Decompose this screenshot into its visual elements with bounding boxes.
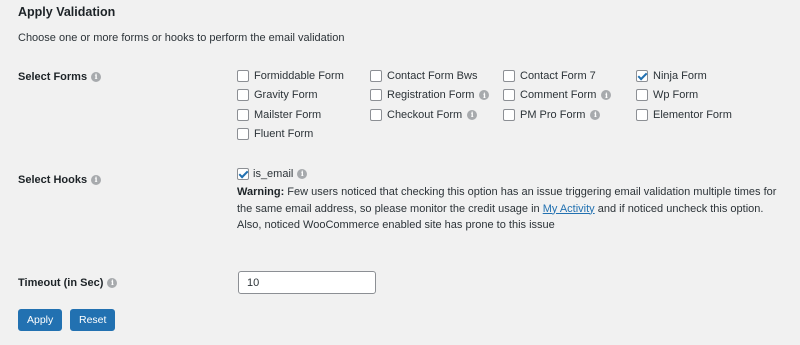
- form-option[interactable]: Gravity Form: [237, 86, 370, 106]
- form-checkbox[interactable]: [237, 128, 249, 141]
- form-option[interactable]: Mailster Form: [237, 105, 370, 125]
- form-option[interactable]: Wp Form: [636, 86, 769, 106]
- form-checkbox[interactable]: [237, 89, 249, 102]
- info-icon[interactable]: i: [297, 169, 308, 179]
- form-option-label[interactable]: Contact Form 7: [520, 70, 596, 82]
- form-option-label[interactable]: PM Pro Form: [520, 109, 585, 121]
- form-option[interactable]: Contact Form 7: [503, 66, 636, 86]
- form-option[interactable]: Elementor Form: [636, 105, 769, 125]
- form-checkbox[interactable]: [503, 89, 515, 102]
- is-email-label[interactable]: is_email: [253, 168, 293, 180]
- form-option-label[interactable]: Comment Form: [520, 89, 596, 101]
- form-checkbox[interactable]: [636, 89, 648, 102]
- form-checkbox[interactable]: [503, 69, 515, 82]
- form-option-label[interactable]: Checkout Form: [387, 109, 462, 121]
- form-checkbox[interactable]: [237, 108, 249, 121]
- form-option-label[interactable]: Mailster Form: [254, 109, 321, 121]
- form-option-label[interactable]: Wp Form: [653, 89, 698, 101]
- form-checkbox[interactable]: [370, 108, 382, 121]
- select-hooks-label: Select Hooks i: [18, 174, 102, 186]
- timeout-label: Timeout (in Sec) i: [18, 277, 118, 289]
- info-icon[interactable]: i: [91, 175, 102, 185]
- form-checkbox[interactable]: [636, 108, 648, 121]
- info-icon[interactable]: i: [601, 90, 612, 101]
- form-option-label[interactable]: Formiddable Form: [254, 70, 344, 82]
- select-forms-label: Select Forms i: [18, 71, 102, 83]
- section-description: Choose one or more forms or hooks to per…: [18, 32, 345, 44]
- hook-is-email[interactable]: is_email i: [237, 168, 782, 180]
- form-checkbox[interactable]: [237, 69, 249, 82]
- info-icon[interactable]: i: [479, 90, 490, 101]
- form-option-label[interactable]: Elementor Form: [653, 109, 732, 121]
- form-option-label[interactable]: Gravity Form: [254, 89, 318, 101]
- info-icon[interactable]: i: [467, 109, 478, 120]
- forms-checkbox-group: Formiddable Form Contact Form Bws Contact …: [237, 66, 769, 144]
- form-option[interactable]: Registration Form i: [370, 86, 503, 106]
- section-title: Apply Validation: [18, 5, 116, 19]
- form-option[interactable]: Fluent Form: [237, 125, 370, 145]
- select-forms-label-text: Select Forms: [18, 71, 88, 83]
- reset-button[interactable]: Reset: [70, 309, 116, 331]
- form-option[interactable]: Checkout Form i: [370, 105, 503, 125]
- info-icon[interactable]: i: [590, 109, 601, 120]
- hooks-group: is_email i Warning: Few users noticed th…: [237, 168, 782, 234]
- my-activity-link[interactable]: My Activity: [543, 203, 595, 215]
- is-email-checkbox[interactable]: [237, 168, 249, 180]
- form-checkbox[interactable]: [370, 89, 382, 102]
- form-option[interactable]: Contact Form Bws: [370, 66, 503, 86]
- form-option-label[interactable]: Fluent Form: [254, 128, 313, 140]
- info-icon[interactable]: i: [107, 278, 118, 288]
- form-option[interactable]: Formiddable Form: [237, 66, 370, 86]
- form-option-label[interactable]: Registration Form: [387, 89, 474, 101]
- form-checkbox[interactable]: [636, 69, 648, 82]
- timeout-input[interactable]: [238, 271, 376, 294]
- form-option[interactable]: Ninja Form: [636, 66, 769, 86]
- form-option[interactable]: Comment Form i: [503, 86, 636, 106]
- form-option-label[interactable]: Contact Form Bws: [387, 70, 477, 82]
- apply-button[interactable]: Apply: [18, 309, 63, 331]
- info-icon[interactable]: i: [91, 72, 102, 82]
- form-checkbox[interactable]: [370, 69, 382, 82]
- form-option[interactable]: PM Pro Form i: [503, 105, 636, 125]
- select-hooks-label-text: Select Hooks: [18, 174, 88, 186]
- timeout-label-text: Timeout (in Sec): [18, 277, 104, 289]
- form-option-label[interactable]: Ninja Form: [653, 70, 707, 82]
- form-checkbox[interactable]: [503, 108, 515, 121]
- warning-text: Warning: Few users noticed that checking…: [237, 184, 782, 234]
- warning-title: Warning:: [237, 186, 285, 198]
